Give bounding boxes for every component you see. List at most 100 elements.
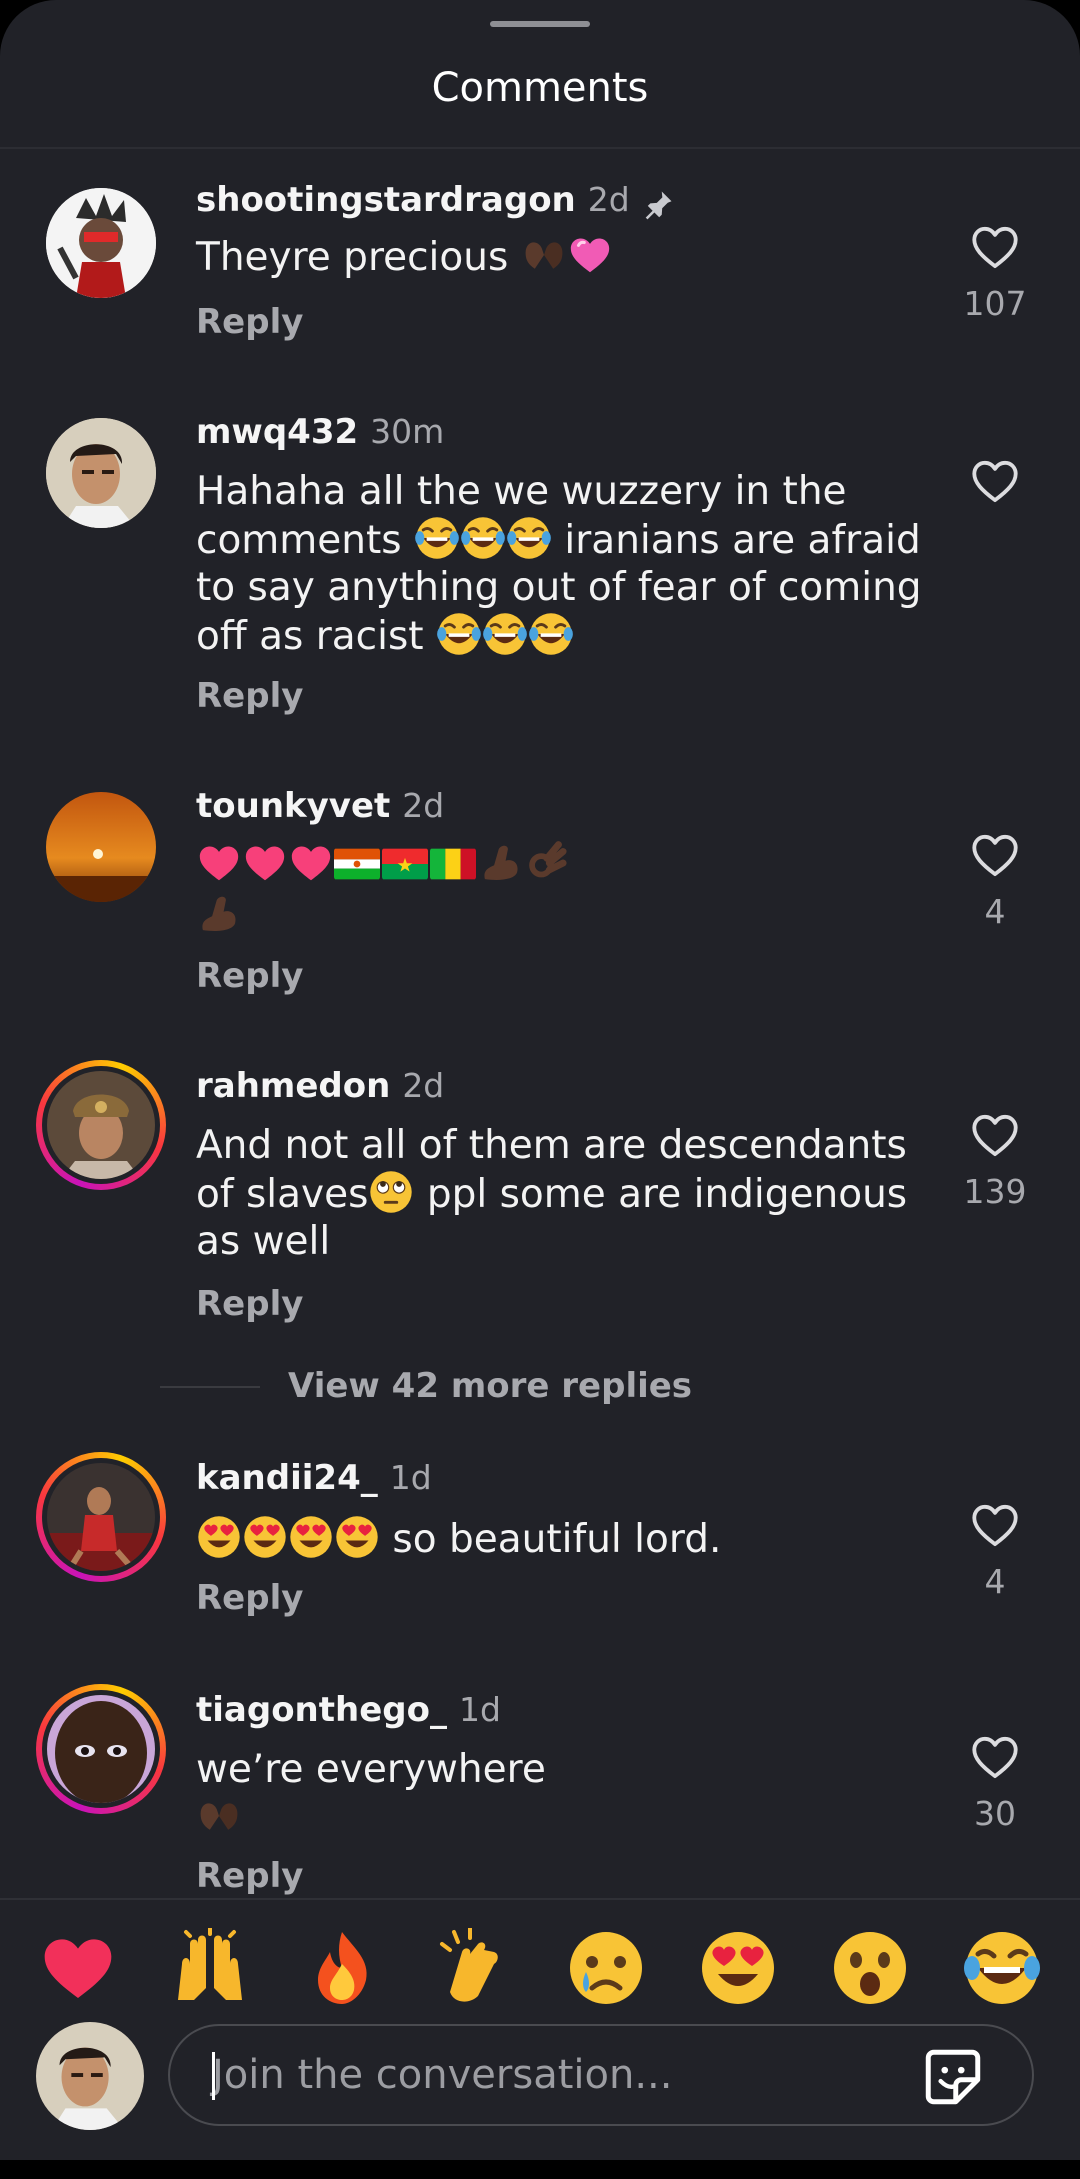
ok-hand-icon bbox=[524, 840, 570, 886]
tears-of-joy-icon bbox=[962, 1928, 1042, 2008]
view-more-replies-label[interactable]: View 42 more replies bbox=[288, 1364, 692, 1408]
avatar-image bbox=[46, 792, 156, 902]
view-more-replies[interactable]: View 42 more replies bbox=[160, 1364, 960, 1408]
tears-of-joy-icon bbox=[482, 611, 528, 657]
comment-text: so beautiful lord. bbox=[196, 1514, 936, 1563]
comment-text: Hahaha all the we wuzzery in the comment… bbox=[196, 468, 936, 660]
reaction-clapping-hands[interactable] bbox=[434, 1926, 514, 2008]
timestamp: 2d bbox=[402, 786, 445, 825]
comment-text-line: comments bbox=[196, 518, 402, 563]
comment-text-line: ppl some are indigenous bbox=[426, 1172, 908, 1217]
like-count: 30 bbox=[974, 1794, 1016, 1833]
username[interactable]: mwq432 bbox=[196, 412, 358, 452]
reply-button[interactable]: Reply bbox=[196, 1854, 303, 1898]
comment-meta: tiagonthego_ 1d bbox=[196, 1684, 501, 1736]
comment-item: tiagonthego_ 1d we’re everywhere Reply 30 bbox=[0, 1684, 1080, 1898]
avatar-image bbox=[47, 1071, 155, 1179]
comment-text: we’re everywhere bbox=[196, 1746, 936, 1842]
tears-of-joy-icon bbox=[414, 515, 460, 561]
red-heart-icon bbox=[44, 1939, 112, 1998]
reaction-heart-eyes[interactable] bbox=[698, 1928, 778, 2008]
comment-item: shootingstardragon 2d Theyre precious Rep… bbox=[0, 174, 1080, 354]
flexed-biceps-icon bbox=[196, 891, 242, 937]
username[interactable]: rahmedon bbox=[196, 1066, 390, 1106]
like-button[interactable] bbox=[966, 220, 1024, 278]
reply-button[interactable]: Reply bbox=[196, 954, 303, 998]
timestamp: 30m bbox=[370, 412, 445, 451]
red-heart-icon bbox=[291, 846, 331, 881]
hand-heart-icon bbox=[521, 232, 567, 278]
text-cursor bbox=[212, 2052, 215, 2100]
avatar[interactable] bbox=[36, 1684, 166, 1814]
reaction-tears-of-joy[interactable] bbox=[962, 1928, 1042, 2008]
avatar[interactable] bbox=[36, 1452, 166, 1582]
avatar-image bbox=[47, 1695, 155, 1803]
heart-outline-icon bbox=[968, 220, 1022, 274]
comment-list[interactable]: shootingstardragon 2d Theyre precious Rep… bbox=[0, 0, 1080, 1898]
niger-flag-icon bbox=[334, 848, 380, 880]
timestamp: 2d bbox=[402, 1066, 445, 1105]
red-heart-icon bbox=[245, 846, 285, 881]
like-button[interactable] bbox=[966, 454, 1024, 512]
avatar-image bbox=[47, 1463, 155, 1571]
username[interactable]: shootingstardragon bbox=[196, 180, 576, 220]
username[interactable]: tounkyvet bbox=[196, 786, 390, 826]
username[interactable]: kandii24_ bbox=[196, 1458, 378, 1498]
avatar[interactable] bbox=[46, 418, 156, 528]
raising-hands-icon bbox=[178, 1926, 242, 2000]
pink-heart-icon bbox=[567, 232, 613, 278]
reply-button[interactable]: Reply bbox=[196, 1576, 303, 1620]
reaction-crying-face[interactable] bbox=[566, 1928, 646, 2008]
avatar[interactable] bbox=[46, 188, 156, 298]
comment-input[interactable]: Join the conversation... bbox=[168, 2024, 1034, 2126]
comment-text-line: off as racist bbox=[196, 614, 424, 659]
like-button[interactable] bbox=[966, 1498, 1024, 1556]
burkina-faso-flag-icon bbox=[382, 848, 428, 880]
avatar[interactable] bbox=[46, 792, 156, 902]
fire-icon bbox=[318, 1932, 367, 2004]
comment-input-placeholder: Join the conversation... bbox=[212, 2052, 673, 2098]
reaction-raising-hands[interactable] bbox=[170, 1926, 250, 2008]
reaction-astonished-face[interactable] bbox=[830, 1928, 910, 2008]
comment-text: Theyre precious bbox=[196, 232, 936, 281]
current-user-avatar bbox=[36, 2022, 144, 2130]
reaction-red-heart[interactable] bbox=[38, 1928, 118, 2008]
avatar-image bbox=[46, 418, 156, 528]
red-heart-icon bbox=[199, 846, 239, 881]
reply-button[interactable]: Reply bbox=[196, 674, 303, 718]
reply-button[interactable]: Reply bbox=[196, 1282, 303, 1326]
reply-button[interactable]: Reply bbox=[196, 300, 303, 344]
like-button[interactable] bbox=[966, 1730, 1024, 1788]
comment-text-line: And not all of them are descendants bbox=[196, 1123, 907, 1168]
avatar-image bbox=[46, 188, 156, 298]
comment-text-line: iranians are afraid bbox=[564, 518, 921, 563]
heart-eyes-icon bbox=[196, 1514, 242, 1560]
pin-icon bbox=[640, 187, 676, 227]
avatar[interactable] bbox=[36, 1060, 166, 1190]
like-count: 107 bbox=[963, 284, 1027, 323]
heart-eyes-icon bbox=[698, 1928, 778, 2008]
avatar-image bbox=[36, 2022, 144, 2130]
comment-text-line: of slaves bbox=[196, 1172, 369, 1217]
comment-text-content: Theyre precious bbox=[196, 235, 509, 280]
comment-text-content: so beautiful lord. bbox=[392, 1517, 722, 1562]
like-count: 139 bbox=[963, 1172, 1027, 1211]
heart-eyes-icon bbox=[334, 1514, 380, 1560]
tears-of-joy-icon bbox=[528, 611, 574, 657]
hand-heart-icon bbox=[196, 1793, 242, 1839]
divider bbox=[160, 1386, 260, 1388]
like-button[interactable] bbox=[966, 828, 1024, 886]
heart-eyes-icon bbox=[242, 1514, 288, 1560]
sticker-button[interactable] bbox=[920, 2044, 986, 2110]
username[interactable]: tiagonthego_ bbox=[196, 1690, 447, 1730]
like-button[interactable] bbox=[966, 1108, 1024, 1166]
clapping-hands-icon bbox=[440, 1926, 498, 2002]
heart-outline-icon bbox=[968, 1108, 1022, 1162]
heart-outline-icon bbox=[968, 454, 1022, 508]
eye-roll-icon bbox=[368, 1169, 414, 1215]
reaction-fire[interactable] bbox=[302, 1928, 382, 2008]
comment-text-line: as well bbox=[196, 1219, 331, 1264]
comment-text bbox=[196, 840, 936, 940]
heart-outline-icon bbox=[968, 828, 1022, 882]
astonished-face-icon bbox=[834, 1932, 906, 2004]
